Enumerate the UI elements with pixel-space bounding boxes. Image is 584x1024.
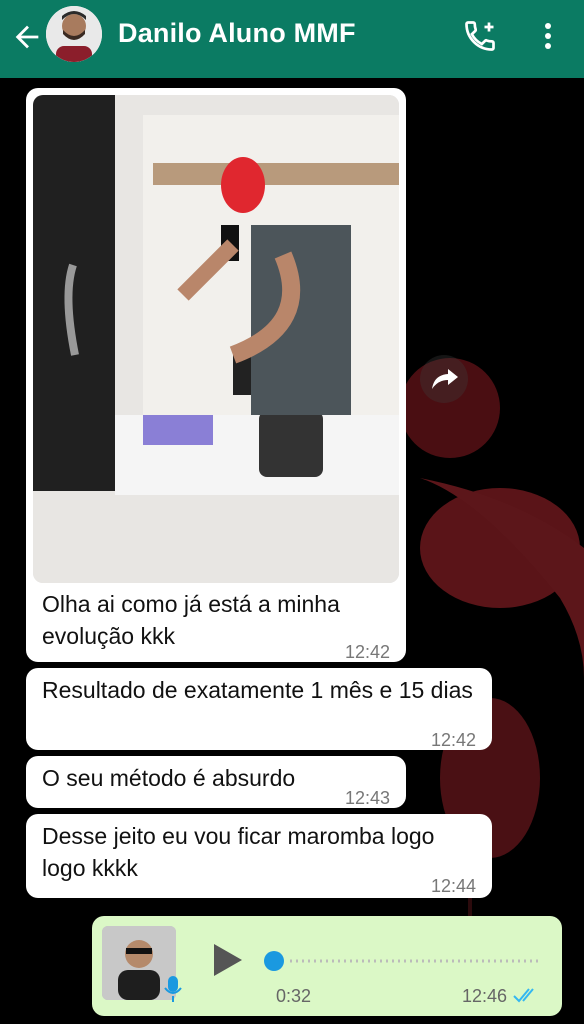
text-message[interactable]: O seu método é absurdo 12:43 [26, 756, 406, 808]
forward-button[interactable] [420, 355, 468, 403]
message-photo[interactable] [33, 95, 399, 583]
add-call-icon[interactable] [462, 18, 498, 54]
message-time: 12:42 [344, 642, 390, 662]
waveform-track[interactable] [290, 959, 538, 963]
text-message[interactable]: Resultado de exatamente 1 mês e 15 dias … [26, 668, 492, 750]
image-message[interactable]: Olha ai como já está a minha evolução kk… [26, 88, 406, 662]
more-vert-icon[interactable] [536, 18, 560, 54]
chat-header: Danilo Aluno MMF [0, 0, 584, 78]
message-text: O seu método é absurdo [42, 765, 296, 791]
play-icon[interactable] [210, 940, 246, 980]
message-time: 12:43 [344, 788, 390, 808]
microphone-icon [164, 976, 182, 1002]
forward-icon [432, 369, 458, 389]
message-text: Desse jeito eu vou ficar maromba logo lo… [42, 823, 435, 881]
voice-message[interactable]: 0:32 12:46 [92, 916, 562, 1016]
message-time: 12:46 [462, 986, 508, 1006]
message-text: Olha ai como já está a minha evolução kk… [42, 591, 340, 649]
read-ticks-icon [513, 988, 534, 1003]
back-arrow-icon[interactable] [10, 20, 44, 54]
contact-avatar[interactable] [46, 6, 102, 62]
playback-thumb[interactable] [264, 951, 284, 971]
text-message[interactable]: Desse jeito eu vou ficar maromba logo lo… [26, 814, 492, 898]
voice-duration: 0:32 [276, 986, 312, 1006]
message-text: Resultado de exatamente 1 mês e 15 dias [42, 677, 473, 703]
message-time: 12:42 [430, 730, 476, 750]
message-time: 12:44 [430, 876, 476, 896]
chat-title[interactable]: Danilo Aluno MMF [118, 18, 356, 49]
